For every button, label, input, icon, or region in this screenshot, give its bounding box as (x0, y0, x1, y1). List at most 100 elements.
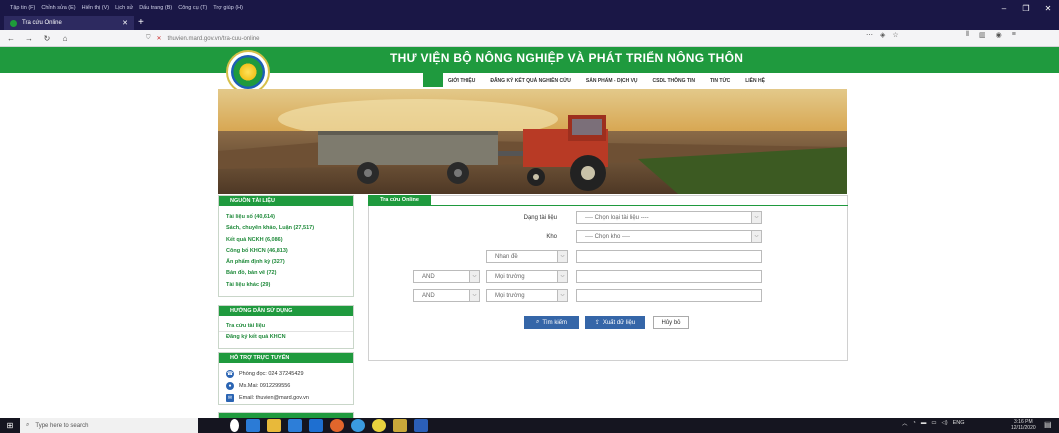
outlook-icon[interactable] (309, 419, 323, 432)
source-item[interactable]: Tài liệu số (40,614) (219, 212, 353, 223)
shield-icon[interactable]: ⛉ (146, 35, 151, 42)
word-icon[interactable] (414, 419, 428, 432)
menu-help[interactable]: Trợ giúp (H) (213, 5, 243, 11)
chevron-down-icon: ⌵ (469, 290, 479, 301)
source-item[interactable]: Sách, chuyên khảo, Luận (27,517) (219, 223, 353, 234)
field3-select[interactable]: Mọi trường ⌵ (486, 289, 568, 302)
firefox-icon[interactable] (330, 419, 344, 432)
tab-close-icon[interactable]: ✕ (122, 19, 128, 27)
nav-about[interactable]: GIỚI THIỆU (448, 78, 475, 84)
chrome-icon[interactable] (372, 419, 386, 432)
taskbar-clock[interactable]: 3:16 PM 12/11/2020 (1011, 419, 1036, 431)
guide-item[interactable]: Đăng ký kết quả KHCN (219, 332, 353, 343)
sources-title: NGUỒN TÀI LIỆU (219, 196, 353, 206)
search-button[interactable]: ⌕ Tìm kiếm (524, 316, 579, 329)
home-icon[interactable]: ⌂ (58, 34, 72, 43)
source-item[interactable]: Bản đồ, bản vẽ (72) (219, 268, 353, 279)
taskbar-search[interactable]: ⌕ Type here to search (20, 418, 198, 433)
windows-start-icon[interactable]: ⊞ (0, 418, 20, 433)
menu-history[interactable]: Lịch sử (115, 5, 133, 11)
banner-image (218, 89, 847, 194)
export-icon: ⇪ (594, 320, 600, 326)
site-nav: GIỚI THIỆU ĐĂNG KÝ KẾT QUẢ NGHIÊN CỨU SẢ… (448, 73, 780, 89)
cancel-button[interactable]: Hủy bỏ (653, 316, 689, 329)
site-favicon-icon (10, 19, 17, 27)
export-button[interactable]: ⇪ Xuất dữ liệu (585, 316, 645, 329)
tab-title: Tra cứu Online (22, 20, 62, 26)
nav-home-indicator[interactable] (423, 73, 443, 87)
nav-news[interactable]: TIN TỨC (710, 78, 730, 84)
tab-online-search[interactable]: Tra cứu Online (368, 195, 431, 205)
sidebar-icon[interactable]: ▥ (979, 31, 986, 39)
op3-select[interactable]: AND ⌵ (413, 289, 480, 302)
battery-icon[interactable]: ▬ (921, 420, 927, 426)
display-icon[interactable]: ▭ (931, 420, 936, 426)
menu-edit[interactable]: Chỉnh sửa (E) (41, 5, 75, 11)
chevron-down-icon: ⌵ (557, 290, 567, 301)
close-icon[interactable]: ✕ (1037, 4, 1059, 13)
nav-products-services[interactable]: SẢN PHẨM - DỊCH VỤ (586, 78, 638, 84)
url-text[interactable]: thuvien.mard.gov.vn/tra-cuu-online (168, 36, 260, 42)
chat-icon[interactable] (351, 419, 365, 432)
chevron-down-icon: ⌵ (469, 271, 479, 282)
library-icon[interactable]: ⫴ (966, 31, 969, 39)
url-bar[interactable]: ⛉ ✕ thuvien.mard.gov.vn/tra-cuu-online (146, 33, 906, 44)
new-tab-icon[interactable]: + (138, 16, 144, 30)
more-dots-icon[interactable]: ⋯ (866, 31, 873, 39)
chevron-down-icon: ⌵ (751, 212, 761, 223)
field2-select[interactable]: Mọi trường ⌵ (486, 270, 568, 283)
star-icon[interactable]: ☆ (892, 31, 898, 39)
forward-arrow-icon[interactable]: → (22, 34, 36, 43)
source-item[interactable]: Tài liệu khác (29) (219, 280, 353, 291)
volume-icon[interactable]: ◁) (942, 420, 948, 426)
term1-input[interactable] (576, 250, 762, 263)
file-manager-icon[interactable] (393, 419, 407, 432)
repo-select[interactable]: ---- Chọn kho ---- ⌵ (576, 230, 762, 243)
guide-box: HƯỚNG DẪN SỬ DỤNG Tra cứu tài liệu Đăng … (218, 305, 354, 349)
pocket-icon[interactable]: ◈ (880, 31, 885, 39)
chevron-down-icon: ⌵ (557, 251, 567, 262)
minimize-icon[interactable]: – (993, 4, 1015, 13)
network-icon[interactable]: ◔ (913, 420, 916, 426)
nav-databases[interactable]: CSDL THÔNG TIN (653, 78, 695, 84)
restore-icon[interactable]: ❐ (1015, 4, 1037, 13)
menu-view[interactable]: Hiển thị (V) (82, 5, 110, 11)
mail-icon[interactable] (288, 419, 302, 432)
term2-input[interactable] (576, 270, 762, 283)
menu-tools[interactable]: Công cụ (T) (178, 5, 207, 11)
support-line: ☎ Phòng đọc: 024 37245429 (226, 370, 304, 378)
doc-type-select[interactable]: ---- Chọn loại tài liệu ---- ⌵ (576, 211, 762, 224)
menu-file[interactable]: Tập tin (F) (10, 5, 35, 11)
edge-icon[interactable] (246, 419, 260, 432)
repo-label: Kho (546, 234, 557, 240)
guide-item[interactable]: Tra cứu tài liệu (219, 321, 353, 333)
file-explorer-icon[interactable] (267, 419, 281, 432)
lock-icon[interactable]: ✕ (157, 35, 162, 42)
support-line[interactable]: ✉ Email: thuvien@mard.gov.vn (219, 392, 353, 404)
browser-tab[interactable]: Tra cứu Online ✕ (4, 16, 134, 30)
nav-register-results[interactable]: ĐĂNG KÝ KẾT QUẢ NGHIÊN CỨU (490, 78, 571, 84)
source-item[interactable]: Ấn phẩm định kỳ (327) (219, 257, 353, 268)
menu-bookmarks[interactable]: Dấu trang (B) (139, 5, 172, 11)
chevron-down-icon: ⌵ (557, 271, 567, 282)
tab-underline (368, 205, 848, 206)
cortana-icon[interactable] (230, 419, 239, 432)
hamburger-icon[interactable]: ≡ (1012, 31, 1016, 39)
back-arrow-icon[interactable]: ← (4, 34, 18, 43)
support-title: HỖ TRỢ TRỰC TUYẾN (219, 353, 353, 363)
op2-select[interactable]: AND ⌵ (413, 270, 480, 283)
tab-bar (0, 16, 1059, 30)
source-item[interactable]: Công bố KHCN (46,813) (219, 246, 353, 257)
reload-icon[interactable]: ↻ (40, 34, 54, 43)
language-indicator[interactable]: ENG (953, 420, 965, 426)
account-icon[interactable]: ◉ (996, 31, 1002, 39)
term3-input[interactable] (576, 289, 762, 302)
user-icon: ● (226, 382, 234, 390)
source-item[interactable]: Kết quả NCKH (6,086) (219, 235, 353, 246)
nav-contact[interactable]: LIÊN HỆ (745, 78, 765, 84)
field1-select[interactable]: Nhan đề ⌵ (486, 250, 568, 263)
notification-icon[interactable]: ▤ (1044, 420, 1052, 429)
browser-menu-bar: Tập tin (F) Chỉnh sửa (E) Hiển thị (V) L… (0, 0, 1059, 16)
ministry-logo[interactable] (226, 50, 270, 94)
chevron-up-icon[interactable]: ︿ (902, 419, 908, 427)
